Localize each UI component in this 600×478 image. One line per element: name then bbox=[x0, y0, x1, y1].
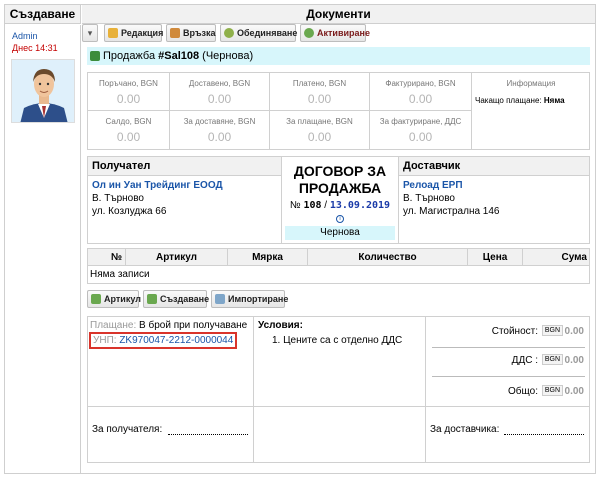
conditions-heading: Условия: bbox=[258, 320, 303, 331]
create-item-button[interactable]: Създаване bbox=[143, 290, 209, 308]
parties-section: Получател Ол ин Уан Трейдинг ЕООД В. Тър… bbox=[87, 156, 590, 244]
sidebar: Admin Днес 14:31 bbox=[5, 25, 81, 473]
create-column-header: Създаване bbox=[5, 5, 81, 24]
info-cell: Информация Чакащо плащане: Няма bbox=[472, 73, 590, 149]
to-pay-cell: За плащане, BGN 0.00 bbox=[270, 111, 370, 149]
items-table-header: № Артикул Мярка Количество Цена Сума bbox=[88, 249, 589, 266]
balance-cell: Салдо, BGN 0.00 bbox=[88, 111, 170, 149]
payment-wait: Чакащо плащане: Няма bbox=[475, 96, 565, 105]
activate-icon bbox=[304, 28, 314, 38]
import-icon bbox=[215, 294, 225, 304]
paid-cell: Платено, BGN 0.00 bbox=[270, 73, 370, 111]
recipient-name[interactable]: Ол ин Уан Трейдинг ЕООД bbox=[92, 180, 281, 191]
empty-message: Няма записи bbox=[90, 269, 150, 280]
supplier-heading: Доставчик bbox=[399, 157, 589, 176]
info-icon[interactable]: i bbox=[336, 215, 344, 223]
contract-panel: ДОГОВОР ЗА ПРОДАЖБА № 108 / 13.09.2019 i… bbox=[281, 157, 399, 243]
link-button[interactable]: Връзка bbox=[166, 24, 216, 42]
signature-line bbox=[168, 434, 248, 435]
import-button[interactable]: Импортиране bbox=[211, 290, 288, 308]
supplier-signature: За доставчика: bbox=[426, 406, 589, 462]
contract-title: ДОГОВОР ЗА ПРОДАЖБА bbox=[293, 163, 387, 196]
document-title: Продажба #Sal108 (Чернова) bbox=[87, 47, 590, 65]
create-icon bbox=[147, 294, 157, 304]
payment-method: Плащане: В брой при получаване bbox=[90, 320, 248, 331]
merge-button[interactable]: Обединяване bbox=[220, 24, 297, 42]
sale-icon bbox=[90, 51, 100, 61]
recipient-panel: Получател Ол ин Уан Трейдинг ЕООД В. Тър… bbox=[88, 157, 281, 243]
recipient-signature: За получателя: bbox=[88, 406, 253, 462]
items-table: № Артикул Мярка Количество Цена Сума Ням… bbox=[87, 248, 590, 284]
invoiced-cell: Фактурирано, BGN 0.00 bbox=[370, 73, 472, 111]
totals-grid: Поръчано, BGN 0.00 Доставено, BGN 0.00 П… bbox=[87, 72, 590, 150]
cost-row: Стойност: BGN 0.00 bbox=[426, 320, 589, 348]
supplier-city: В. Търново bbox=[403, 193, 455, 204]
documents-column-header: Документи bbox=[82, 5, 595, 24]
ordered-cell: Поръчано, BGN 0.00 bbox=[88, 73, 170, 111]
total-row: Общо: BGN 0.00 bbox=[508, 385, 584, 397]
activate-button[interactable]: Активиране bbox=[300, 24, 370, 42]
avatar bbox=[11, 59, 75, 123]
supplier-name[interactable]: Релоад ЕРП bbox=[403, 180, 589, 191]
col-article: Артикул bbox=[126, 249, 228, 266]
condition-item: 1. Цените са с отделно ДДС bbox=[272, 335, 403, 346]
footer-section: Плащане: В брой при получаване УНП: ZK97… bbox=[87, 316, 590, 463]
col-unit: Мярка bbox=[228, 249, 308, 266]
user-link[interactable]: Admin bbox=[12, 31, 38, 41]
recipient-street: ул. Козлуджа 66 bbox=[92, 206, 167, 217]
add-article-button[interactable]: Артикул bbox=[87, 290, 141, 308]
supplier-street: ул. Магистрална 146 bbox=[403, 206, 500, 217]
payment-panel: Плащане: В брой при получаване УНП: ZK97… bbox=[88, 317, 254, 462]
supplier-panel: Доставчик Релоад ЕРП В. Търново ул. Маги… bbox=[399, 157, 589, 243]
vat-row: ДДС : BGN 0.00 bbox=[426, 349, 589, 377]
contract-number: № 108 / 13.09.2019 bbox=[289, 200, 391, 211]
to-deliver-cell: За доставяне, BGN 0.00 bbox=[170, 111, 270, 149]
summary-panel: Стойност: BGN 0.00 ДДС : BGN 0.00 Общо: … bbox=[426, 317, 589, 462]
add-article-icon bbox=[91, 294, 101, 304]
link-icon bbox=[170, 28, 180, 38]
status-badge: Чернова bbox=[285, 226, 395, 240]
col-quantity: Количество bbox=[308, 249, 468, 266]
chevron-down-icon[interactable]: ▾ bbox=[82, 24, 98, 42]
created-time: Днес 14:31 bbox=[12, 43, 58, 53]
col-number: № bbox=[88, 249, 126, 266]
recipient-city: В. Търново bbox=[92, 193, 144, 204]
signature-spacer bbox=[254, 406, 425, 462]
unp-field: УНП: ZK970047-2212-0000044 bbox=[89, 332, 238, 349]
col-price: Цена bbox=[468, 249, 523, 266]
conditions-panel: Условия: 1. Цените са с отделно ДДС bbox=[254, 317, 426, 462]
recipient-heading: Получател bbox=[88, 157, 281, 176]
merge-icon bbox=[224, 28, 234, 38]
pencil-icon bbox=[108, 28, 118, 38]
to-invoice-cell: За фактуриране, ДДС 0.00 bbox=[370, 111, 472, 149]
signature-line bbox=[504, 434, 584, 435]
delivered-cell: Доставено, BGN 0.00 bbox=[170, 73, 270, 111]
col-sum: Сума bbox=[561, 252, 587, 263]
edit-button[interactable]: Редакция bbox=[104, 24, 163, 42]
